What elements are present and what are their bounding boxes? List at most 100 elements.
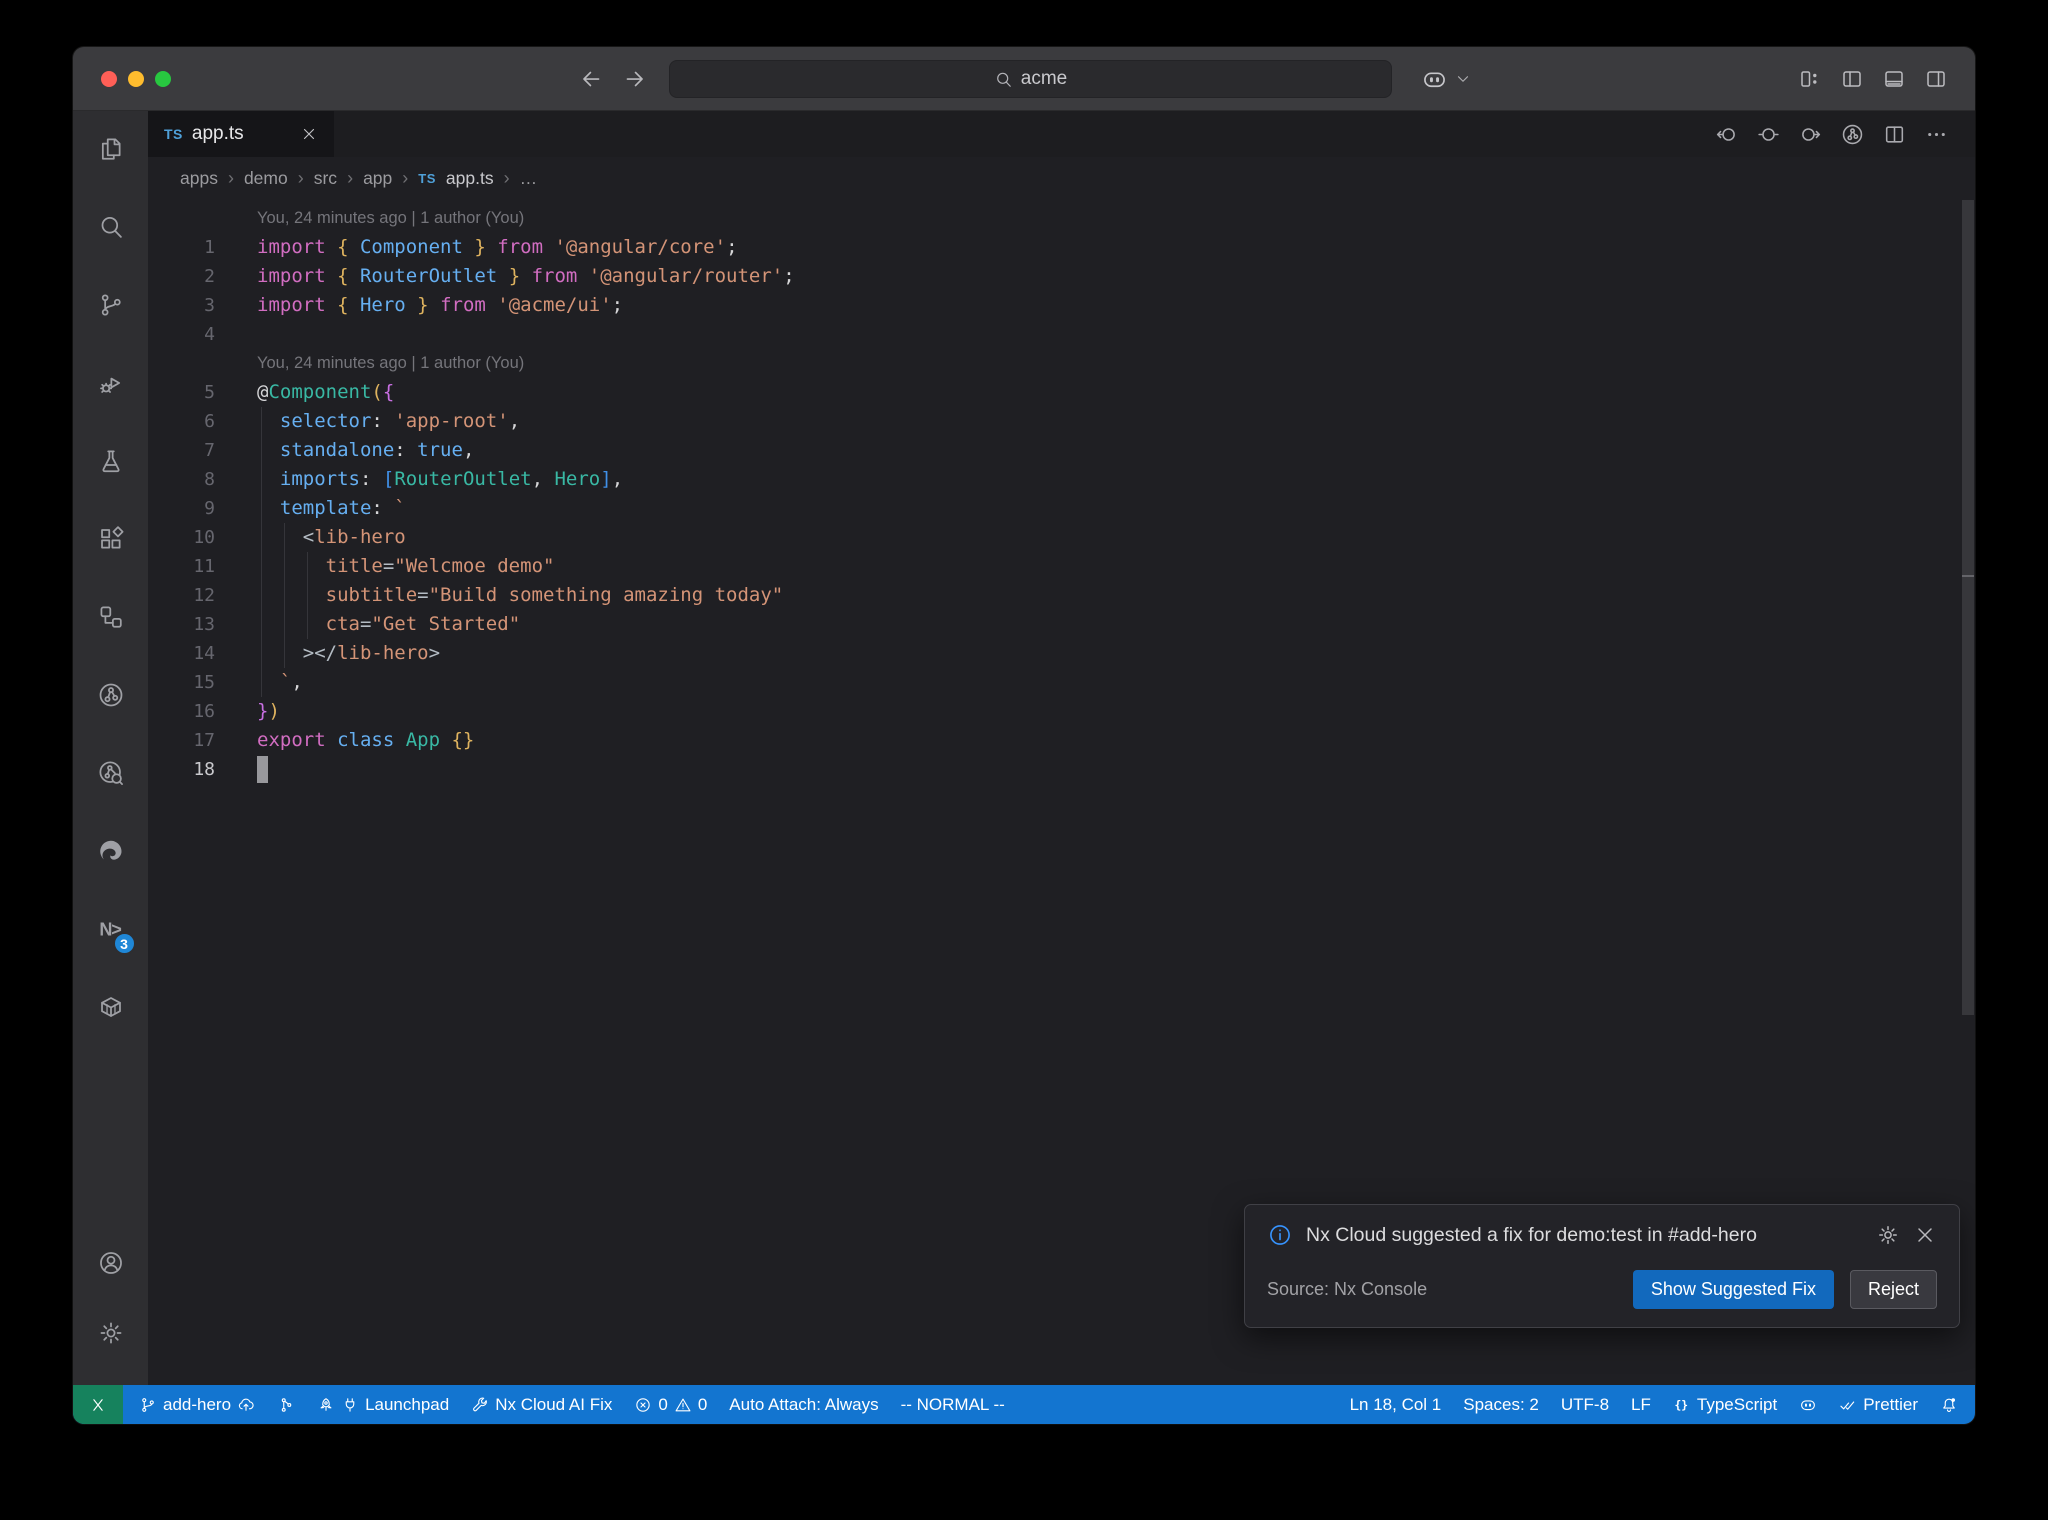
minimize-traffic-light[interactable] <box>128 71 144 87</box>
activity-containers[interactable] <box>87 983 135 1031</box>
code-line-1: 1 import { Component } from '@angular/cor… <box>148 233 1975 262</box>
line-number: 7 <box>204 440 215 461</box>
indent-guide <box>306 610 308 639</box>
status-launchpad[interactable]: Launchpad <box>306 1385 460 1424</box>
status-git-branch[interactable]: add-hero <box>128 1385 266 1424</box>
indent-guide <box>261 465 262 494</box>
layout-customize-icon[interactable] <box>1798 67 1822 91</box>
error-icon <box>634 1396 652 1414</box>
activity-nx-console[interactable]: N> 3 <box>87 905 136 955</box>
gitlens-center-icon[interactable] <box>1756 122 1781 147</box>
scrollbar-thumb[interactable] <box>1962 200 1974 1015</box>
status-remote-indicator[interactable] <box>73 1385 123 1424</box>
branch-icon <box>139 1396 157 1414</box>
status-nx-cloud-ai-fix[interactable]: Nx Cloud AI Fix <box>460 1385 623 1424</box>
history-back-icon[interactable] <box>578 66 604 92</box>
gitlens-forward-icon[interactable] <box>1798 122 1823 147</box>
copilot-icon <box>1799 1396 1817 1414</box>
breadcrumb-separator: › <box>347 168 354 188</box>
notification-source: Source: Nx Console <box>1267 1279 1428 1299</box>
edge-tools-icon <box>97 837 125 865</box>
activity-accounts[interactable] <box>87 1239 135 1287</box>
status-encoding[interactable]: UTF-8 <box>1550 1385 1620 1424</box>
close-tab-icon[interactable] <box>300 125 318 143</box>
tab-app-ts[interactable]: TS app.ts <box>148 111 334 157</box>
layout-panel-icon[interactable] <box>1882 67 1906 91</box>
code-line-13: 13 cta="Get Started" <box>148 610 1975 639</box>
activity-project-graph[interactable] <box>87 671 135 719</box>
show-suggested-fix-button[interactable]: Show Suggested Fix <box>1632 1270 1834 1309</box>
status-eol[interactable]: LF <box>1620 1385 1662 1424</box>
close-traffic-light[interactable] <box>101 71 117 87</box>
status-label: -- NORMAL -- <box>900 1394 1005 1414</box>
graph-inspect-icon <box>97 759 125 787</box>
notification-settings-icon[interactable] <box>1876 1223 1900 1247</box>
status-notifications-bell[interactable] <box>1929 1385 1969 1424</box>
code-line-10: 10 <lib-hero <box>148 523 1975 552</box>
status-formatter-prettier[interactable]: Prettier <box>1828 1385 1929 1424</box>
status-label: 0 <box>658 1394 668 1414</box>
activity-edge-tools[interactable] <box>87 827 135 875</box>
more-actions-icon[interactable] <box>1924 122 1949 147</box>
activity-settings[interactable] <box>87 1309 135 1357</box>
status-cursor-position[interactable]: Ln 18, Col 1 <box>1339 1385 1453 1424</box>
status-copilot-status[interactable] <box>1788 1385 1828 1424</box>
status-label: Prettier <box>1863 1394 1918 1414</box>
activity-source-control[interactable] <box>87 281 135 329</box>
extensions-icon <box>97 525 125 553</box>
activity-run-and-debug[interactable] <box>87 359 135 407</box>
breadcrumb-separator: › <box>297 168 304 188</box>
code-line-12: 12 subtitle="Build something amazing tod… <box>148 581 1975 610</box>
chevron-down-icon[interactable] <box>1454 70 1472 88</box>
type-hierarchy-icon <box>97 603 125 631</box>
breadcrumb-more[interactable]: … <box>520 168 538 189</box>
plug-icon <box>341 1396 359 1414</box>
copilot-icon[interactable] <box>1421 66 1448 93</box>
line-number: 15 <box>193 672 215 693</box>
status-problems[interactable]: 00 <box>623 1385 718 1424</box>
code-text: selector: 'app-root', <box>279 410 521 432</box>
breadcrumb-item[interactable]: demo <box>244 168 288 189</box>
status-language-mode[interactable]: {} TypeScript <box>1662 1385 1788 1424</box>
gitlens-graph-icon[interactable] <box>1840 122 1865 147</box>
code-line-8: 8 imports: [RouterOutlet, Hero], <box>148 465 1975 494</box>
layout-sidebar-left-icon[interactable] <box>1840 67 1864 91</box>
scrollbar[interactable] <box>1961 200 1975 1385</box>
rocket-icon <box>317 1396 335 1414</box>
notification-close-icon[interactable] <box>1913 1223 1937 1247</box>
status-vim-mode[interactable]: -- NORMAL -- <box>890 1385 1016 1424</box>
breadcrumb: apps › demo › src › app › TS app.ts ›… <box>148 157 1975 200</box>
status-label: Ln 18, Col 1 <box>1349 1394 1442 1414</box>
warning-icon <box>674 1396 692 1414</box>
layout-sidebar-right-icon[interactable] <box>1924 67 1948 91</box>
notification-toast: Nx Cloud suggested a fix for demo:test i… <box>1244 1204 1960 1328</box>
scrollbar-seam <box>1962 575 1974 577</box>
history-forward-icon[interactable] <box>622 66 648 92</box>
activity-graph-inspect[interactable] <box>87 749 135 797</box>
activity-type-hierarchy[interactable] <box>87 593 135 641</box>
status-bar: add-hero Launchpad Nx Cloud AI Fix 0 0 Auto A… <box>73 1385 1975 1424</box>
reject-button[interactable]: Reject <box>1849 1270 1937 1309</box>
gitlens-back-icon[interactable] <box>1714 122 1739 147</box>
breadcrumb-item[interactable]: app <box>363 168 392 189</box>
command-center-search[interactable]: acme <box>669 60 1392 98</box>
info-icon <box>1267 1222 1293 1248</box>
split-editor-icon[interactable] <box>1882 122 1907 147</box>
breadcrumb-item[interactable]: src <box>314 168 337 189</box>
activity-extensions[interactable] <box>87 515 135 563</box>
zoom-traffic-light[interactable] <box>155 71 171 87</box>
indent-guide <box>261 523 262 552</box>
breadcrumb-file[interactable]: app.ts <box>446 168 494 189</box>
status-label: Spaces: 2 <box>1463 1394 1539 1414</box>
breadcrumb-item[interactable]: apps <box>180 168 218 189</box>
status-source-control-graph[interactable] <box>266 1385 306 1424</box>
status-auto-attach[interactable]: Auto Attach: Always <box>718 1385 889 1424</box>
activity-bar: N> 3 <box>73 111 148 1385</box>
activity-explorer[interactable] <box>87 125 135 173</box>
line-number: 3 <box>204 295 215 316</box>
status-indentation[interactable]: Spaces: 2 <box>1452 1385 1550 1424</box>
activity-search[interactable] <box>87 203 135 251</box>
braces-icon: {} <box>1673 1396 1691 1414</box>
layout-controls <box>1798 47 1948 111</box>
activity-testing[interactable] <box>87 437 135 485</box>
